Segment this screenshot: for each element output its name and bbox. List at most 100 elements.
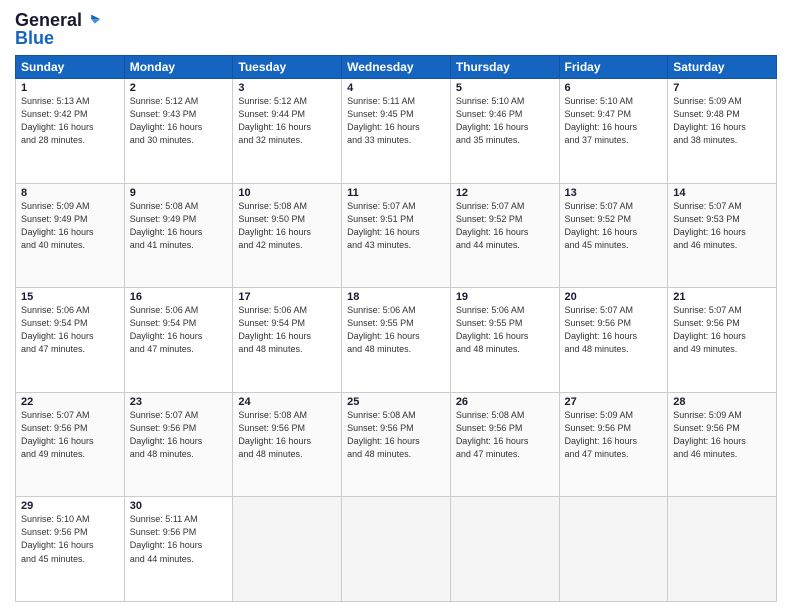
calendar-header-tuesday: Tuesday bbox=[233, 56, 342, 79]
day-number: 30 bbox=[130, 500, 228, 512]
day-number: 7 bbox=[673, 82, 771, 94]
calendar-header-wednesday: Wednesday bbox=[342, 56, 451, 79]
calendar-cell: 8Sunrise: 5:09 AM Sunset: 9:49 PM Daylig… bbox=[16, 183, 125, 288]
calendar-cell: 27Sunrise: 5:09 AM Sunset: 9:56 PM Dayli… bbox=[559, 392, 668, 497]
calendar-cell: 22Sunrise: 5:07 AM Sunset: 9:56 PM Dayli… bbox=[16, 392, 125, 497]
calendar-cell bbox=[668, 497, 777, 602]
calendar-header-friday: Friday bbox=[559, 56, 668, 79]
calendar-cell: 21Sunrise: 5:07 AM Sunset: 9:56 PM Dayli… bbox=[668, 288, 777, 393]
day-number: 9 bbox=[130, 187, 228, 199]
day-info: Sunrise: 5:07 AM Sunset: 9:56 PM Dayligh… bbox=[673, 304, 771, 356]
day-number: 28 bbox=[673, 396, 771, 408]
day-info: Sunrise: 5:07 AM Sunset: 9:56 PM Dayligh… bbox=[565, 304, 663, 356]
calendar-cell: 24Sunrise: 5:08 AM Sunset: 9:56 PM Dayli… bbox=[233, 392, 342, 497]
day-info: Sunrise: 5:07 AM Sunset: 9:51 PM Dayligh… bbox=[347, 200, 445, 252]
day-number: 10 bbox=[238, 187, 336, 199]
calendar-cell: 20Sunrise: 5:07 AM Sunset: 9:56 PM Dayli… bbox=[559, 288, 668, 393]
calendar-cell bbox=[342, 497, 451, 602]
calendar-cell: 11Sunrise: 5:07 AM Sunset: 9:51 PM Dayli… bbox=[342, 183, 451, 288]
calendar-cell: 26Sunrise: 5:08 AM Sunset: 9:56 PM Dayli… bbox=[450, 392, 559, 497]
day-number: 22 bbox=[21, 396, 119, 408]
calendar-cell: 10Sunrise: 5:08 AM Sunset: 9:50 PM Dayli… bbox=[233, 183, 342, 288]
day-info: Sunrise: 5:10 AM Sunset: 9:46 PM Dayligh… bbox=[456, 95, 554, 147]
day-number: 21 bbox=[673, 291, 771, 303]
day-info: Sunrise: 5:08 AM Sunset: 9:49 PM Dayligh… bbox=[130, 200, 228, 252]
calendar-cell: 7Sunrise: 5:09 AM Sunset: 9:48 PM Daylig… bbox=[668, 79, 777, 184]
day-number: 16 bbox=[130, 291, 228, 303]
calendar-cell: 12Sunrise: 5:07 AM Sunset: 9:52 PM Dayli… bbox=[450, 183, 559, 288]
day-info: Sunrise: 5:07 AM Sunset: 9:52 PM Dayligh… bbox=[456, 200, 554, 252]
calendar-header-row: SundayMondayTuesdayWednesdayThursdayFrid… bbox=[16, 56, 777, 79]
day-info: Sunrise: 5:07 AM Sunset: 9:53 PM Dayligh… bbox=[673, 200, 771, 252]
day-info: Sunrise: 5:08 AM Sunset: 9:50 PM Dayligh… bbox=[238, 200, 336, 252]
calendar-cell: 3Sunrise: 5:12 AM Sunset: 9:44 PM Daylig… bbox=[233, 79, 342, 184]
day-number: 8 bbox=[21, 187, 119, 199]
calendar-cell: 18Sunrise: 5:06 AM Sunset: 9:55 PM Dayli… bbox=[342, 288, 451, 393]
calendar-cell: 28Sunrise: 5:09 AM Sunset: 9:56 PM Dayli… bbox=[668, 392, 777, 497]
day-info: Sunrise: 5:06 AM Sunset: 9:54 PM Dayligh… bbox=[130, 304, 228, 356]
calendar-week-row: 15Sunrise: 5:06 AM Sunset: 9:54 PM Dayli… bbox=[16, 288, 777, 393]
calendar-cell: 14Sunrise: 5:07 AM Sunset: 9:53 PM Dayli… bbox=[668, 183, 777, 288]
calendar-cell: 23Sunrise: 5:07 AM Sunset: 9:56 PM Dayli… bbox=[124, 392, 233, 497]
calendar-cell: 29Sunrise: 5:10 AM Sunset: 9:56 PM Dayli… bbox=[16, 497, 125, 602]
calendar-cell: 30Sunrise: 5:11 AM Sunset: 9:56 PM Dayli… bbox=[124, 497, 233, 602]
day-number: 5 bbox=[456, 82, 554, 94]
calendar-cell: 6Sunrise: 5:10 AM Sunset: 9:47 PM Daylig… bbox=[559, 79, 668, 184]
day-number: 12 bbox=[456, 187, 554, 199]
calendar-cell: 19Sunrise: 5:06 AM Sunset: 9:55 PM Dayli… bbox=[450, 288, 559, 393]
day-number: 27 bbox=[565, 396, 663, 408]
day-number: 2 bbox=[130, 82, 228, 94]
page: General Blue SundayMondayTuesdayWednesda… bbox=[0, 0, 792, 612]
day-info: Sunrise: 5:12 AM Sunset: 9:43 PM Dayligh… bbox=[130, 95, 228, 147]
day-info: Sunrise: 5:07 AM Sunset: 9:56 PM Dayligh… bbox=[130, 409, 228, 461]
day-info: Sunrise: 5:07 AM Sunset: 9:52 PM Dayligh… bbox=[565, 200, 663, 252]
day-info: Sunrise: 5:06 AM Sunset: 9:54 PM Dayligh… bbox=[21, 304, 119, 356]
calendar-week-row: 1Sunrise: 5:13 AM Sunset: 9:42 PM Daylig… bbox=[16, 79, 777, 184]
calendar-cell: 25Sunrise: 5:08 AM Sunset: 9:56 PM Dayli… bbox=[342, 392, 451, 497]
day-number: 1 bbox=[21, 82, 119, 94]
calendar-cell bbox=[559, 497, 668, 602]
day-info: Sunrise: 5:06 AM Sunset: 9:55 PM Dayligh… bbox=[347, 304, 445, 356]
calendar-cell: 13Sunrise: 5:07 AM Sunset: 9:52 PM Dayli… bbox=[559, 183, 668, 288]
calendar-cell: 9Sunrise: 5:08 AM Sunset: 9:49 PM Daylig… bbox=[124, 183, 233, 288]
calendar-week-row: 22Sunrise: 5:07 AM Sunset: 9:56 PM Dayli… bbox=[16, 392, 777, 497]
calendar-header-thursday: Thursday bbox=[450, 56, 559, 79]
calendar-header-saturday: Saturday bbox=[668, 56, 777, 79]
calendar-cell: 17Sunrise: 5:06 AM Sunset: 9:54 PM Dayli… bbox=[233, 288, 342, 393]
day-number: 4 bbox=[347, 82, 445, 94]
day-info: Sunrise: 5:11 AM Sunset: 9:56 PM Dayligh… bbox=[130, 513, 228, 565]
logo: General Blue bbox=[15, 10, 102, 49]
day-info: Sunrise: 5:09 AM Sunset: 9:56 PM Dayligh… bbox=[673, 409, 771, 461]
day-info: Sunrise: 5:10 AM Sunset: 9:47 PM Dayligh… bbox=[565, 95, 663, 147]
day-info: Sunrise: 5:11 AM Sunset: 9:45 PM Dayligh… bbox=[347, 95, 445, 147]
calendar-cell bbox=[233, 497, 342, 602]
day-number: 18 bbox=[347, 291, 445, 303]
day-info: Sunrise: 5:08 AM Sunset: 9:56 PM Dayligh… bbox=[456, 409, 554, 461]
day-info: Sunrise: 5:08 AM Sunset: 9:56 PM Dayligh… bbox=[347, 409, 445, 461]
calendar-cell: 1Sunrise: 5:13 AM Sunset: 9:42 PM Daylig… bbox=[16, 79, 125, 184]
logo-bird-icon bbox=[84, 11, 102, 29]
day-info: Sunrise: 5:13 AM Sunset: 9:42 PM Dayligh… bbox=[21, 95, 119, 147]
day-info: Sunrise: 5:07 AM Sunset: 9:56 PM Dayligh… bbox=[21, 409, 119, 461]
day-info: Sunrise: 5:06 AM Sunset: 9:54 PM Dayligh… bbox=[238, 304, 336, 356]
calendar-cell: 4Sunrise: 5:11 AM Sunset: 9:45 PM Daylig… bbox=[342, 79, 451, 184]
calendar-header-sunday: Sunday bbox=[16, 56, 125, 79]
day-number: 15 bbox=[21, 291, 119, 303]
day-number: 25 bbox=[347, 396, 445, 408]
day-info: Sunrise: 5:10 AM Sunset: 9:56 PM Dayligh… bbox=[21, 513, 119, 565]
calendar-cell bbox=[450, 497, 559, 602]
calendar-week-row: 8Sunrise: 5:09 AM Sunset: 9:49 PM Daylig… bbox=[16, 183, 777, 288]
calendar-cell: 5Sunrise: 5:10 AM Sunset: 9:46 PM Daylig… bbox=[450, 79, 559, 184]
calendar-cell: 2Sunrise: 5:12 AM Sunset: 9:43 PM Daylig… bbox=[124, 79, 233, 184]
calendar-body: 1Sunrise: 5:13 AM Sunset: 9:42 PM Daylig… bbox=[16, 79, 777, 602]
day-number: 13 bbox=[565, 187, 663, 199]
day-info: Sunrise: 5:09 AM Sunset: 9:49 PM Dayligh… bbox=[21, 200, 119, 252]
header: General Blue bbox=[15, 10, 777, 49]
day-number: 14 bbox=[673, 187, 771, 199]
day-number: 24 bbox=[238, 396, 336, 408]
day-number: 29 bbox=[21, 500, 119, 512]
calendar-cell: 15Sunrise: 5:06 AM Sunset: 9:54 PM Dayli… bbox=[16, 288, 125, 393]
calendar-table: SundayMondayTuesdayWednesdayThursdayFrid… bbox=[15, 55, 777, 602]
day-number: 11 bbox=[347, 187, 445, 199]
day-number: 26 bbox=[456, 396, 554, 408]
